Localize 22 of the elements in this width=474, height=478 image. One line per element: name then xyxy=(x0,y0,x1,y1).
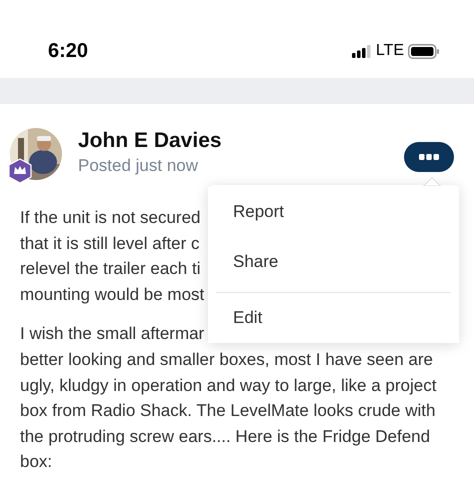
battery-icon xyxy=(408,44,440,58)
menu-item[interactable]: Edit xyxy=(208,293,459,343)
post-text-line: ugly, kludgy in operation and way to large, like a project xyxy=(20,374,436,397)
more-options-button[interactable] xyxy=(404,142,454,172)
post-time: Posted just now xyxy=(78,155,200,178)
menu-item[interactable]: Report xyxy=(208,187,459,237)
signal-icon xyxy=(352,44,372,58)
author-name[interactable]: John E Davies xyxy=(78,128,222,154)
post-text-line: better looking and smaller boxes, most I have seen are xyxy=(20,348,433,371)
post-text-line: box from Radio Shack. The LevelMate looks crude with xyxy=(20,400,436,422)
crown-badge-icon xyxy=(8,158,32,184)
post-text-line: mounting would be most xyxy=(20,284,204,306)
post-text-line: relevel the trailer each ti xyxy=(20,258,200,280)
post-text-line: I wish the small aftermar xyxy=(20,323,204,346)
network-label: LTE xyxy=(376,41,404,61)
post-text-line: the protruding screw ears.... Here is the Fridge Defend xyxy=(20,426,430,448)
post-text-line: If the unit is not secured xyxy=(20,207,200,229)
menu-item[interactable]: Share xyxy=(208,237,459,287)
ellipsis-icon xyxy=(419,154,439,160)
post-text-line: that it is still level after c xyxy=(20,232,200,255)
clock-time: 6:20 xyxy=(48,39,88,64)
post-text-line: box: xyxy=(20,451,52,474)
